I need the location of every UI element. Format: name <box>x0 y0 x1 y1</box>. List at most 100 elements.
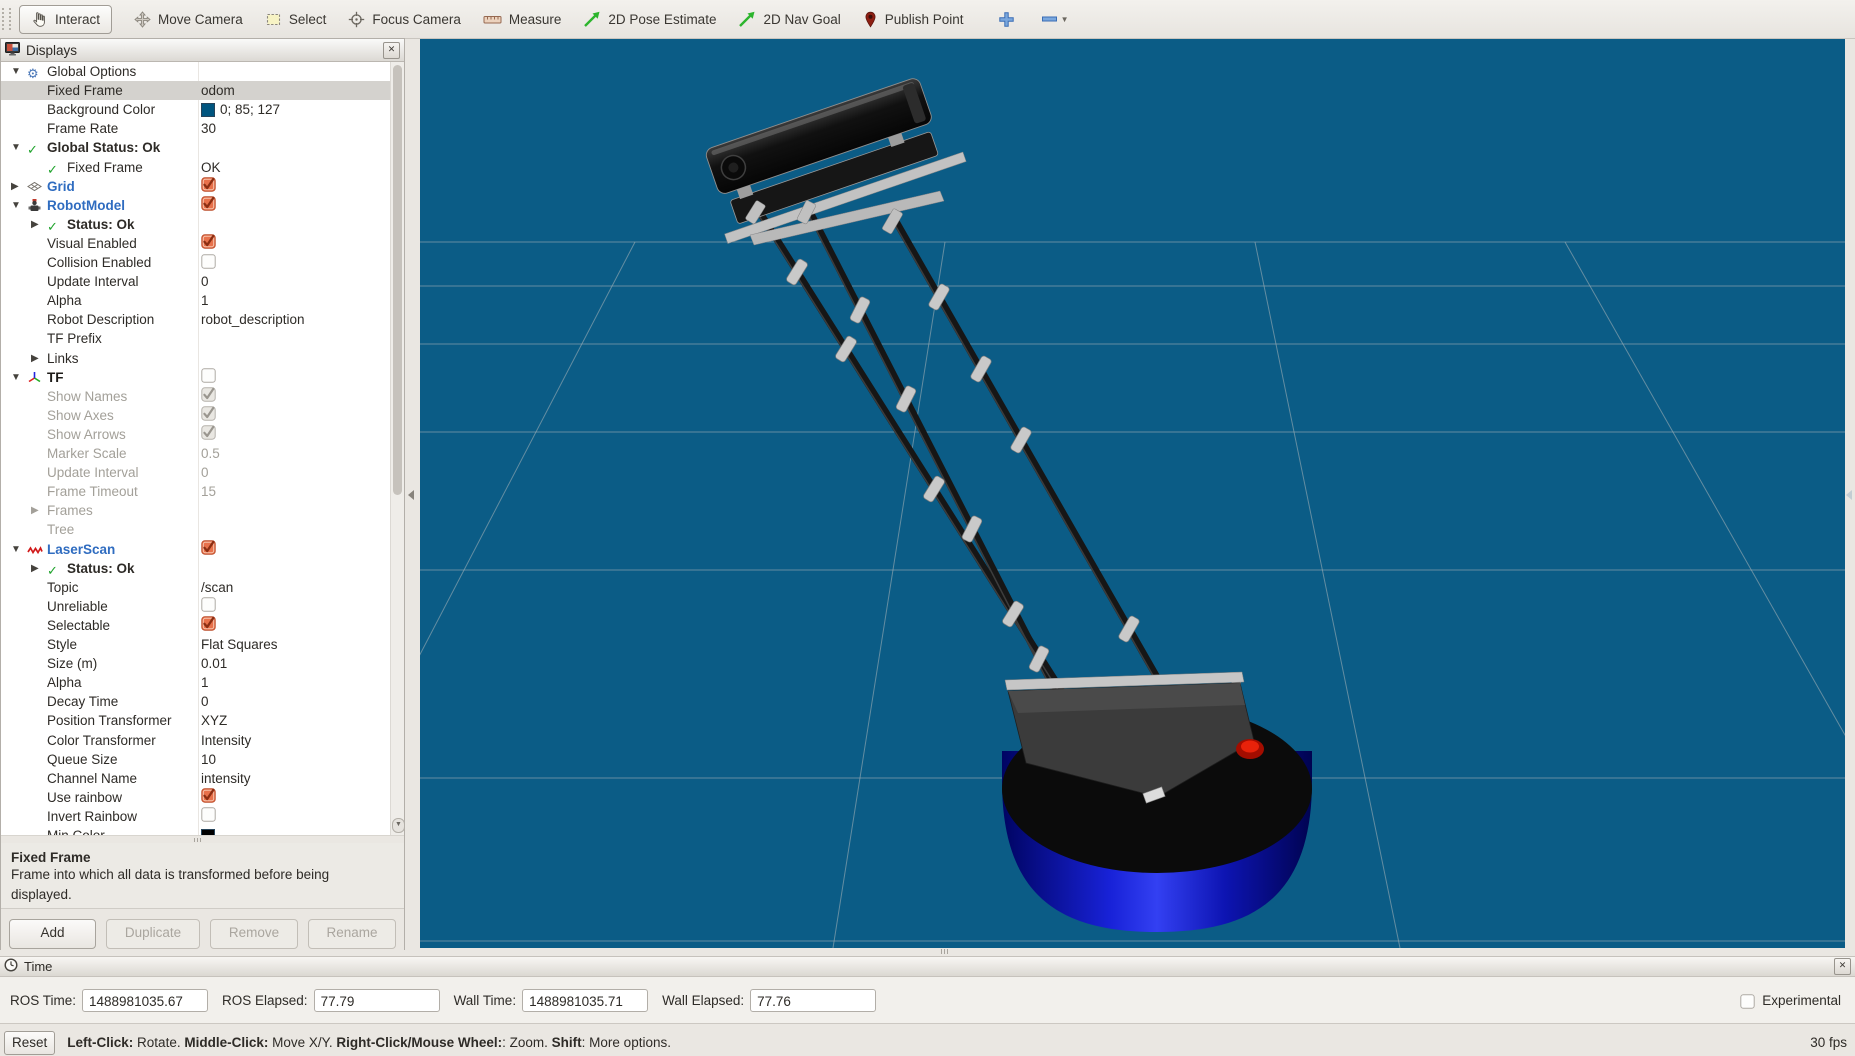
time-field-input[interactable]: 77.76 <box>750 988 877 1012</box>
reset-button[interactable]: Reset <box>4 1030 56 1055</box>
expander-closed-icon[interactable]: ▶ <box>31 501 39 520</box>
tree-row-style[interactable]: Style Flat Squares <box>1 635 404 654</box>
tree-row-unreliable[interactable]: Unreliable <box>1 597 404 616</box>
property-value[interactable] <box>201 196 388 215</box>
tree-row-frames[interactable]: ▶ Frames <box>1 501 404 520</box>
expander-open-icon[interactable]: ▼ <box>11 138 21 157</box>
tree-row-laserscan[interactable]: ▼ LaserScan <box>1 540 404 559</box>
help-splitter[interactable] <box>1 835 404 843</box>
tree-row-background-color[interactable]: Background Color 0; 85; 127 <box>1 100 404 119</box>
displays-panel-titlebar[interactable]: Displays ✕ <box>1 39 404 62</box>
tree-row-position-transformer[interactable]: Position Transformer XYZ <box>1 711 404 730</box>
experimental-option[interactable]: Experimental <box>1740 992 1841 1009</box>
tree-row-channel-name[interactable]: Channel Name intensity <box>1 769 404 788</box>
property-value[interactable]: 0 <box>201 272 388 291</box>
property-value[interactable]: odom <box>201 81 388 100</box>
time-field-input[interactable]: 77.79 <box>313 988 440 1012</box>
tool-measure[interactable]: Measure <box>483 12 561 27</box>
tree-row-tree[interactable]: Tree <box>1 520 404 539</box>
tree-row-show-axes[interactable]: Show Axes <box>1 406 404 425</box>
property-value[interactable]: robot_description <box>201 310 388 329</box>
expander-open-icon[interactable]: ▼ <box>11 196 21 215</box>
tree-row-frame-rate[interactable]: Frame Rate 30 <box>1 119 404 138</box>
checkbox-unchecked[interactable] <box>201 252 216 274</box>
displays-scrollbar[interactable]: ▼ <box>390 62 404 835</box>
add-button[interactable]: Add <box>9 919 96 949</box>
toolbar-drag-handle[interactable] <box>2 8 11 30</box>
expander-closed-icon[interactable]: ▶ <box>11 177 19 196</box>
checkbox-unchecked[interactable] <box>201 805 216 827</box>
property-value[interactable] <box>201 807 388 826</box>
checkbox-checked[interactable] <box>201 194 216 216</box>
tree-row-fixed-frame[interactable]: ✓ Fixed Frame OK <box>1 158 404 177</box>
tree-row-tf[interactable]: ▼ TF <box>1 368 404 387</box>
tool-publish-point[interactable]: Publish Point <box>863 11 964 28</box>
property-value[interactable]: 10 <box>201 750 388 769</box>
tree-row-topic[interactable]: Topic/scan <box>1 578 404 597</box>
property-value[interactable]: intensity <box>201 769 388 788</box>
tree-row-alpha[interactable]: Alpha 1 <box>1 673 404 692</box>
panel-collapse-arrow-icon[interactable] <box>408 490 414 500</box>
property-value[interactable]: 0; 85; 127 <box>201 100 388 119</box>
checkbox-checked[interactable] <box>201 538 216 560</box>
rename-button[interactable]: Rename <box>308 919 396 949</box>
tree-row-show-names[interactable]: Show Names <box>1 387 404 406</box>
property-value[interactable]: /scan <box>201 578 388 597</box>
property-value[interactable]: 0 <box>201 692 388 711</box>
tree-row-min-color[interactable]: Min Color <box>1 826 404 835</box>
tree-row-update-interval[interactable]: Update Interval 0 <box>1 272 404 291</box>
scrollbar-down-arrow-icon[interactable]: ▼ <box>392 818 404 833</box>
expander-open-icon[interactable]: ▼ <box>11 540 21 559</box>
tree-row-decay-time[interactable]: Decay Time 0 <box>1 692 404 711</box>
checkbox-checked[interactable] <box>201 614 216 636</box>
tree-row-robotmodel[interactable]: ▼ RobotModel <box>1 196 404 215</box>
property-value[interactable] <box>201 177 388 196</box>
property-value[interactable] <box>201 253 388 272</box>
tree-row-use-rainbow[interactable]: Use rainbow <box>1 788 404 807</box>
property-value[interactable] <box>201 234 388 253</box>
tree-row-alpha[interactable]: Alpha 1 <box>1 291 404 310</box>
property-value[interactable]: XYZ <box>201 711 388 730</box>
property-value[interactable] <box>201 616 388 635</box>
property-value[interactable]: 0.01 <box>201 654 388 673</box>
bottom-splitter-handle[interactable] <box>941 949 942 954</box>
tree-row-global-status-ok[interactable]: ▼ ✓ Global Status: Ok <box>1 138 404 157</box>
time-field-input[interactable]: 1488981035.71 <box>522 988 649 1012</box>
tree-row-update-interval[interactable]: Update Interval 0 <box>1 463 404 482</box>
time-close-icon[interactable]: ✕ <box>1834 958 1851 975</box>
expander-closed-icon[interactable]: ▶ <box>31 559 39 578</box>
experimental-checkbox[interactable] <box>1740 993 1755 1009</box>
tree-row-collision-enabled[interactable]: Collision Enabled <box>1 253 404 272</box>
tool-interact[interactable]: Interact <box>19 4 113 34</box>
tree-row-tf-prefix[interactable]: TF Prefix <box>1 329 404 348</box>
tree-row-queue-size[interactable]: Queue Size 10 <box>1 750 404 769</box>
tree-row-visual-enabled[interactable]: Visual Enabled <box>1 234 404 253</box>
tree-row-status-ok[interactable]: ▶ ✓ Status: Ok <box>1 559 404 578</box>
tool-2d-pose-estimate[interactable]: 2D Pose Estimate <box>583 11 716 28</box>
time-panel-titlebar[interactable]: Time ✕ <box>0 956 1855 977</box>
tool-move-camera[interactable]: Move Camera <box>134 10 243 28</box>
property-value[interactable]: 30 <box>201 119 388 138</box>
property-value[interactable] <box>201 387 388 406</box>
tree-row-global-options[interactable]: ▼ ⚙ Global Options <box>1 62 404 81</box>
property-value[interactable] <box>201 540 388 559</box>
tree-row-show-arrows[interactable]: Show Arrows <box>1 425 404 444</box>
tree-row-robot-description[interactable]: Robot Description robot_description <box>1 310 404 329</box>
property-value[interactable]: 0.5 <box>201 444 388 463</box>
property-value[interactable]: 1 <box>201 673 388 692</box>
scrollbar-thumb[interactable] <box>393 65 402 495</box>
property-value[interactable] <box>201 368 388 387</box>
property-value[interactable]: Intensity <box>201 731 388 750</box>
property-value[interactable]: 15 <box>201 482 388 501</box>
remove-tool-button[interactable]: ▼ <box>1041 15 1068 24</box>
property-value[interactable]: OK <box>201 158 388 177</box>
add-tool-button[interactable] <box>998 11 1015 28</box>
property-value[interactable] <box>201 425 388 444</box>
tree-row-color-transformer[interactable]: Color Transformer Intensity <box>1 731 404 750</box>
tree-row-status-ok[interactable]: ▶ ✓ Status: Ok <box>1 215 404 234</box>
expander-closed-icon[interactable]: ▶ <box>31 349 39 368</box>
expander-closed-icon[interactable]: ▶ <box>31 215 39 234</box>
property-value[interactable]: 0 <box>201 463 388 482</box>
tree-row-links[interactable]: ▶ Links <box>1 349 404 368</box>
tree-row-fixed-frame[interactable]: Fixed Frame odom <box>1 81 404 101</box>
